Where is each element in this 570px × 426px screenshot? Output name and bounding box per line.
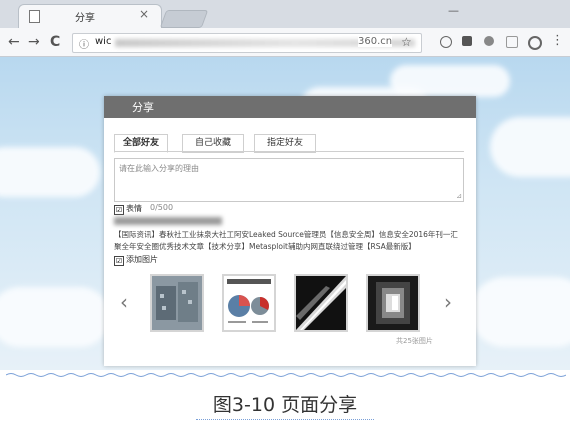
resize-handle-icon[interactable]: ⊿ [456, 192, 462, 200]
extension-dot-icon[interactable] [484, 36, 494, 46]
blurred-text [114, 217, 222, 225]
pie-chart-photo [224, 276, 274, 330]
add-image-label[interactable]: 添加图片 [126, 254, 158, 265]
emoji-checkbox[interactable]: ☑ [114, 205, 124, 215]
url-domain: 360.cn [358, 36, 393, 47]
url-text: wic [95, 36, 112, 47]
menu-icon[interactable]: ⋮ [551, 33, 564, 48]
bookmark-star-icon[interactable]: ☆ [401, 35, 412, 49]
cloud-decoration [0, 287, 110, 347]
browser-tab[interactable]: 分享 × [18, 4, 162, 29]
prev-image-arrow-icon[interactable]: ‹ [120, 290, 128, 314]
address-bar[interactable]: ⓘ wic 360.cn ☆ [72, 33, 422, 53]
image-thumbnail[interactable] [294, 274, 348, 332]
tabs-divider [114, 151, 464, 152]
extension-list-icon[interactable] [506, 36, 518, 48]
forward-arrow-icon[interactable]: → [28, 34, 40, 50]
extension-gear-icon[interactable] [528, 36, 542, 50]
image-thumbnail[interactable] [150, 274, 204, 332]
abstract-photo [368, 276, 418, 330]
tab-close-icon[interactable]: × [139, 7, 149, 21]
dialog-header: 分享 [104, 96, 476, 118]
info-icon[interactable]: ⓘ [79, 36, 89, 51]
tab-title: 分享 [75, 13, 95, 24]
cloud-decoration [390, 65, 510, 97]
shared-content-text: 【国际资讯】春秋社工业抹泉大社工阿安Leaked Source管理员【信息安全周… [114, 230, 458, 251]
add-image-checkbox[interactable]: ☑ [114, 256, 124, 266]
cloud-decoration [490, 117, 570, 177]
wavy-separator [6, 373, 566, 377]
figure-caption: 图3-10 页面分享 [212, 394, 358, 416]
image-thumbnail[interactable] [366, 274, 420, 332]
extension-grid-icon[interactable] [462, 36, 472, 46]
cloud-decoration [470, 277, 570, 347]
light-beam-photo [296, 276, 346, 330]
building-photo [152, 276, 202, 330]
image-count: 共25张图片 [396, 337, 433, 345]
page-icon [29, 10, 40, 23]
reload-icon[interactable]: C [50, 34, 60, 50]
share-reason-textarea[interactable]: 请在此输入分享的理由 ⊿ [114, 158, 464, 202]
next-image-arrow-icon[interactable]: › [444, 290, 452, 314]
share-dialog: 分享 全部好友 自己收藏 指定好友 请在此输入分享的理由 ⊿ ☑ 表情 0/50… [104, 96, 476, 366]
emoji-label[interactable]: 表情 [126, 203, 142, 214]
char-counter: 0/500 [150, 203, 174, 212]
image-thumbnail[interactable] [222, 274, 276, 332]
extension-circle-icon[interactable] [440, 36, 452, 48]
caption-underline [196, 419, 374, 420]
cloud-decoration [0, 147, 100, 197]
minimize-icon[interactable]: — [448, 4, 459, 17]
new-tab-button[interactable] [159, 10, 209, 28]
dialog-title: 分享 [132, 101, 154, 114]
back-arrow-icon[interactable]: ← [8, 34, 20, 50]
reason-placeholder: 请在此输入分享的理由 [119, 164, 199, 173]
browser-tab-bar: 分享 × — [0, 0, 570, 29]
